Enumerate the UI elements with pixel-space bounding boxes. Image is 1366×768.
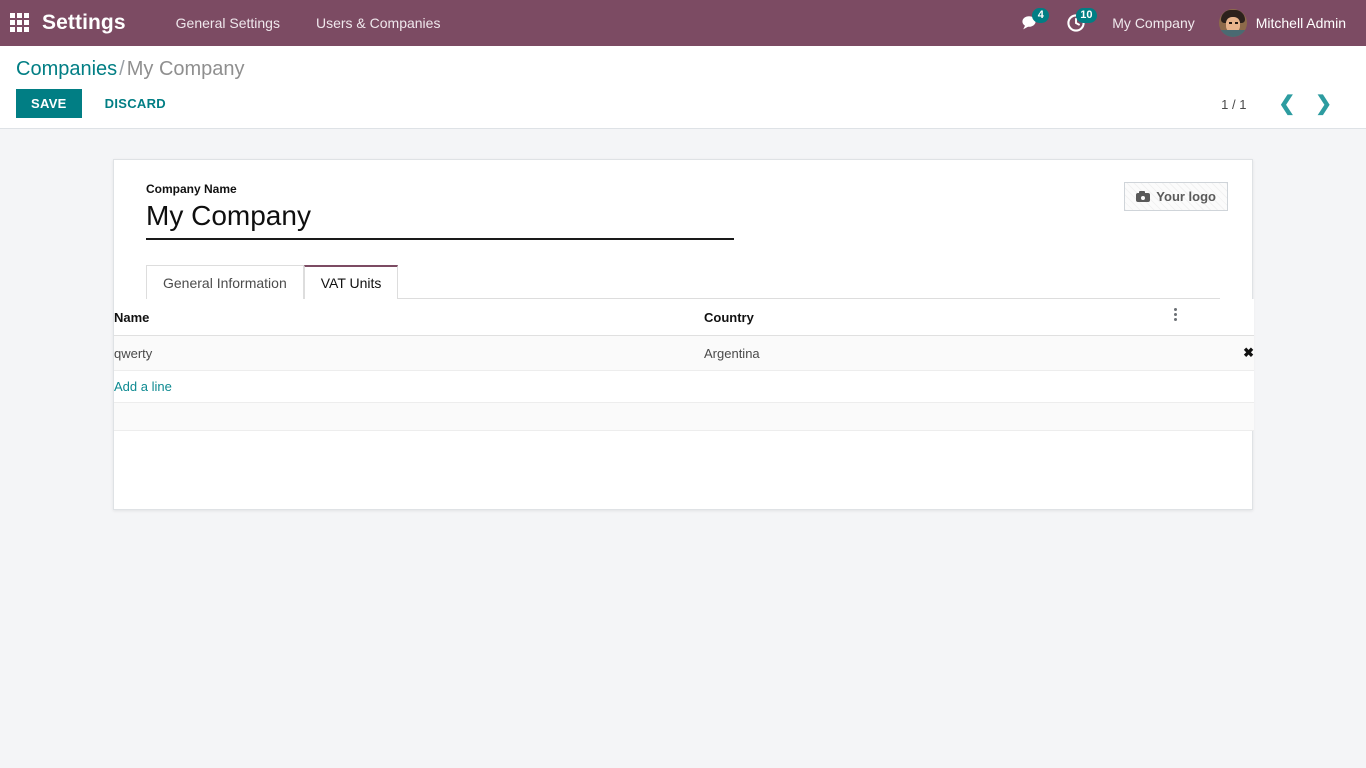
notebook: General Information VAT Units Name Count…	[114, 264, 1254, 431]
tab-vat-units[interactable]: VAT Units	[303, 265, 399, 299]
nav-item-users-companies[interactable]: Users & Companies	[298, 0, 459, 46]
tab-general-information[interactable]: General Information	[146, 265, 304, 299]
notebook-tabs: General Information VAT Units	[146, 264, 1220, 299]
company-switcher[interactable]: My Company	[1098, 0, 1208, 46]
company-name-label: Company Name	[146, 182, 237, 196]
table-filler-row	[114, 402, 1254, 431]
pager-previous-icon[interactable]: ❮	[1268, 94, 1305, 114]
activities-count-badge: 10	[1076, 8, 1097, 23]
top-navbar: Settings General Settings Users & Compan…	[0, 0, 1366, 46]
add-a-line-link[interactable]: Add a line	[114, 379, 172, 394]
navbar-menu: General Settings Users & Companies	[158, 0, 459, 46]
messages-count-badge: 4	[1032, 8, 1050, 23]
cell-name[interactable]: qwerty	[114, 335, 704, 371]
company-name-input[interactable]	[146, 198, 734, 240]
column-header-name[interactable]: Name	[114, 299, 704, 336]
form-view: Your logo Company Name General Informati…	[0, 129, 1366, 510]
vat-units-list: Name Country qwerty Argentina ✖ Add a li…	[114, 299, 1254, 431]
control-panel: Companies / My Company SAVE DISCARD 1 / 1 …	[0, 46, 1366, 129]
save-button[interactable]: SAVE	[16, 89, 82, 118]
optional-columns-toggle[interactable]	[1174, 299, 1254, 336]
delete-row-icon[interactable]: ✖	[1243, 345, 1254, 360]
pager-next-icon[interactable]: ❯	[1305, 94, 1342, 114]
add-line-cell: Add a line	[114, 370, 1254, 403]
cell-country[interactable]: Argentina	[704, 335, 1174, 371]
table-row[interactable]: qwerty Argentina ✖	[114, 335, 1254, 371]
delete-row-cell: ✖	[1174, 335, 1254, 371]
breadcrumb-current: My Company	[126, 58, 245, 80]
sheet-bottom-padding	[114, 431, 1252, 509]
nav-item-general-settings[interactable]: General Settings	[158, 0, 298, 46]
company-form-sheet: Your logo Company Name General Informati…	[113, 159, 1254, 510]
avatar	[1218, 9, 1247, 37]
camera-icon	[1136, 191, 1151, 202]
breadcrumb-companies[interactable]: Companies	[16, 58, 117, 80]
user-menu[interactable]: Mitchell Admin	[1209, 0, 1352, 46]
upload-logo-button[interactable]: Your logo	[1124, 182, 1228, 211]
upload-logo-label: Your logo	[1156, 189, 1216, 204]
app-brand-settings[interactable]: Settings	[42, 11, 126, 35]
breadcrumb: Companies / My Company	[16, 46, 1350, 82]
pager-count: 1 / 1	[1221, 96, 1247, 112]
activities-menu[interactable]: 10	[1054, 0, 1098, 46]
vat-units-table: Name Country qwerty Argentina ✖ Add a li…	[114, 299, 1254, 431]
user-name: Mitchell Admin	[1255, 15, 1346, 31]
navbar-systray: 4 10 My Company Mitchell Admin	[1010, 0, 1352, 46]
vertical-ellipsis-icon	[1174, 308, 1178, 323]
record-pager: 1 / 1 ❮ ❯	[1221, 94, 1342, 114]
messages-menu[interactable]: 4	[1010, 0, 1054, 46]
apps-grid-icon[interactable]	[10, 13, 30, 33]
table-filler-cell	[114, 402, 1254, 431]
table-header-row: Name Country	[114, 299, 1254, 336]
control-panel-buttons: SAVE DISCARD	[16, 89, 1350, 118]
sheet-content: Company Name General Information VAT Uni…	[114, 160, 1254, 431]
add-line-row: Add a line	[114, 370, 1254, 403]
discard-button[interactable]: DISCARD	[92, 89, 179, 118]
breadcrumb-separator: /	[119, 58, 125, 80]
column-header-country[interactable]: Country	[704, 299, 1174, 336]
